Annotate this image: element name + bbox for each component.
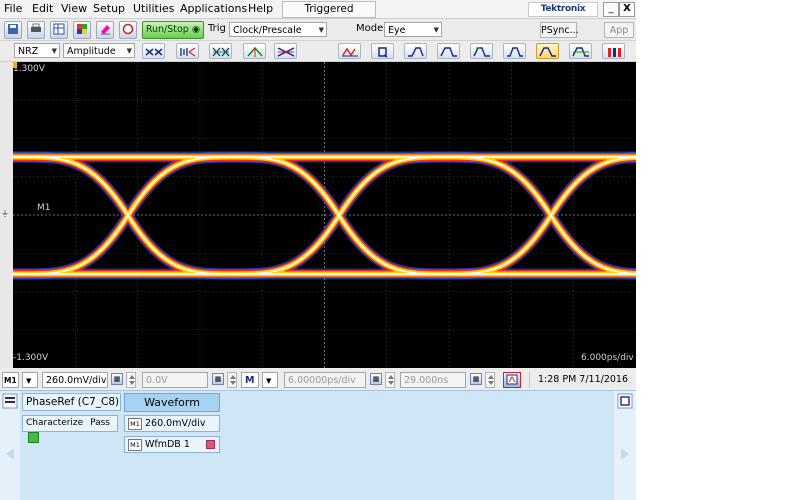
scope-display[interactable]: 1.300V -1.300V M1 6.000ps/div xyxy=(0,62,636,368)
trigger-marker xyxy=(13,62,17,68)
timebase-channel-indicator[interactable]: M xyxy=(241,372,259,388)
menu-utilities[interactable]: Utilities xyxy=(133,2,174,16)
waveform-tab[interactable]: Waveform xyxy=(124,393,220,412)
minimize-button[interactable]: _ xyxy=(603,2,619,17)
m1-tag-icon: M1 xyxy=(128,438,142,451)
keypad-icon[interactable]: ▦ xyxy=(370,373,382,385)
print-icon[interactable] xyxy=(27,21,45,39)
panel-left-nav xyxy=(0,391,20,500)
signal-type-select[interactable]: NRZ ▼ xyxy=(14,43,60,58)
fall-icon[interactable] xyxy=(437,43,460,59)
close-button[interactable]: X xyxy=(619,2,635,17)
crossing-x-icon[interactable] xyxy=(274,43,297,59)
marker-m1-label: M1 xyxy=(37,203,51,213)
position-field[interactable]: 29.000ns xyxy=(400,372,466,388)
wave-b-icon[interactable] xyxy=(569,43,592,59)
m1-tag-icon: M1 xyxy=(128,417,142,430)
trigger-source-select[interactable]: Clock/Prescale ▼ xyxy=(229,22,327,37)
q-factor-icon[interactable] xyxy=(371,43,394,59)
panel-right-nav xyxy=(614,391,636,500)
trig-label: Trig xyxy=(208,23,226,34)
offset-spinner[interactable] xyxy=(227,372,237,388)
wave-a-icon[interactable] xyxy=(536,43,559,59)
autoset-icon[interactable] xyxy=(338,43,361,59)
keypad-icon[interactable]: ▦ xyxy=(111,373,123,385)
characterize-status[interactable]: Characterize Pass xyxy=(22,415,118,443)
chevron-down-icon: ▼ xyxy=(26,377,32,385)
timebase-label: 6.000ps/div xyxy=(581,353,634,363)
vertical-scale-spinner[interactable] xyxy=(126,372,136,388)
menu-file[interactable]: File xyxy=(4,2,22,16)
wfmdb-item[interactable]: M1 WfmDB 1 xyxy=(124,436,220,453)
datetime-display: 1:28 PM 7/11/2016 xyxy=(529,372,636,388)
top-voltage-label: 1.300V xyxy=(13,64,45,74)
channel-indicator[interactable]: M1 xyxy=(2,372,19,388)
bars-icon[interactable] xyxy=(602,43,625,59)
menu-edit[interactable]: Edit xyxy=(32,2,53,16)
left-marker-strip: ⏚ xyxy=(0,62,13,368)
save-icon[interactable] xyxy=(4,21,22,39)
clear-icon[interactable] xyxy=(119,21,137,39)
brand-logo: Tektronix xyxy=(528,2,598,17)
mode-label: Mode xyxy=(356,23,384,34)
menu-bar: File Edit View Setup Utilities Applicati… xyxy=(0,0,636,19)
menu-view[interactable]: View xyxy=(61,2,87,16)
menu-help[interactable]: Help xyxy=(248,2,273,16)
bottom-voltage-label: -1.300V xyxy=(13,353,49,363)
ground-marker-icon: ⏚ xyxy=(1,209,9,218)
control-panel: PhaseRef (C7_C8) Waveform Characterize P… xyxy=(0,390,636,500)
chevron-down-icon: ▼ xyxy=(51,47,57,55)
restore-icon[interactable] xyxy=(617,393,633,409)
pulse-icon[interactable] xyxy=(503,43,526,59)
table-icon[interactable] xyxy=(50,21,68,39)
horizontal-scale-spinner[interactable] xyxy=(385,372,395,388)
channel-dropdown[interactable]: ▼ xyxy=(22,372,38,388)
eye-diagram-plot xyxy=(0,62,636,368)
psync-button[interactable]: PSync... xyxy=(540,22,579,38)
app-button[interactable]: App xyxy=(604,22,634,38)
timebase-channel-dropdown[interactable]: ▼ xyxy=(262,372,278,388)
chevron-down-icon: ▼ xyxy=(318,26,324,34)
blank-area xyxy=(636,0,800,500)
scope-application-window: File Edit View Setup Utilities Applicati… xyxy=(0,0,636,500)
erase-icon[interactable] xyxy=(96,21,114,39)
chevron-down-icon: ▼ xyxy=(126,47,132,55)
trigger-status: Triggered xyxy=(282,1,376,18)
chevron-left-icon[interactable] xyxy=(5,447,15,461)
eye-width-icon[interactable] xyxy=(209,43,232,59)
keypad-icon[interactable]: ▦ xyxy=(212,373,224,385)
grid-color-icon[interactable] xyxy=(73,21,91,39)
mode-select[interactable]: Eye ▼ xyxy=(384,22,442,37)
panel-menu-icon[interactable] xyxy=(2,393,18,409)
eye-height-icon[interactable] xyxy=(176,43,199,59)
control-row: M1 ▼ 260.0mV/div ▦ 0.0V ▦ M ▼ 6.00000ps/… xyxy=(0,370,636,390)
position-spinner[interactable] xyxy=(485,372,495,388)
horizontal-scale-field[interactable]: 6.00000ps/div xyxy=(284,372,366,388)
chevron-right-icon[interactable] xyxy=(620,447,630,461)
overshoot-icon[interactable] xyxy=(470,43,493,59)
main-toolbar: Run/Stop ◉ Trig Clock/Prescale ▼ Mode Eye… xyxy=(0,19,636,41)
trigger-setup-icon[interactable] xyxy=(503,372,521,388)
chevron-down-icon: ▼ xyxy=(433,26,439,34)
vertical-scale-field[interactable]: 260.0mV/div xyxy=(42,372,108,388)
crossing-icon[interactable] xyxy=(142,43,165,59)
offset-field[interactable]: 0.0V xyxy=(142,372,208,388)
phase-ref-button[interactable]: PhaseRef (C7_C8) xyxy=(22,393,121,411)
run-stop-button[interactable]: Run/Stop ◉ xyxy=(142,21,204,39)
pass-indicator-icon xyxy=(28,432,39,443)
measurement-toolbar: NRZ ▼ Amplitude ▼ xyxy=(0,41,636,62)
rise-icon[interactable] xyxy=(404,43,427,59)
chevron-down-icon: ▼ xyxy=(266,377,272,385)
menu-setup[interactable]: Setup xyxy=(93,2,125,16)
keypad-icon[interactable]: ▦ xyxy=(470,373,482,385)
database-icon xyxy=(206,440,215,449)
menu-applications[interactable]: Applications xyxy=(180,2,247,16)
scale-item[interactable]: M1 260.0mV/div xyxy=(124,415,220,432)
characterize-label: Characterize xyxy=(26,418,84,428)
jitter-icon[interactable] xyxy=(243,43,266,59)
pass-label: Pass xyxy=(90,418,110,428)
measurement-select[interactable]: Amplitude ▼ xyxy=(63,43,135,58)
